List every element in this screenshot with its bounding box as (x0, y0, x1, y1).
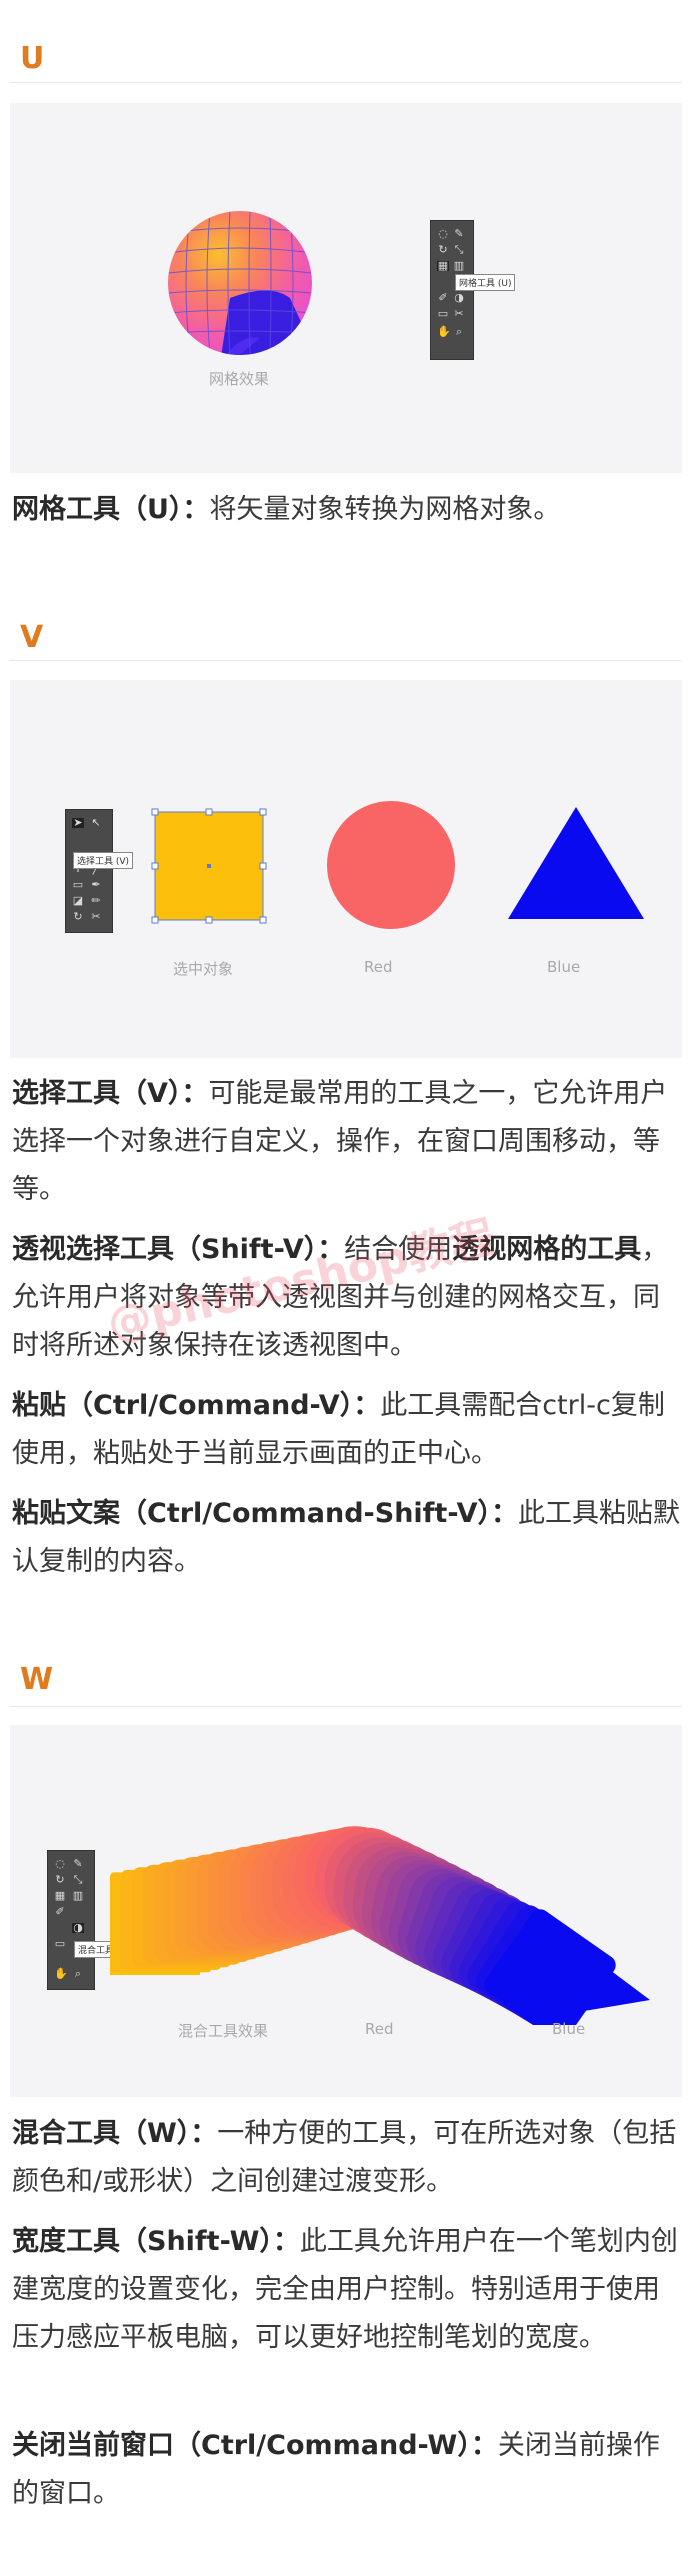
paragraph-close-window: 关闭当前窗口（Ctrl/Command-W）：关闭当前操作的窗口。 (12, 2422, 686, 2518)
term-paste: 粘贴（Ctrl/Command-V）： (12, 1390, 381, 1421)
paragraph-width-tool: 宽度工具（Shift-W）：此工具允许用户在一个笔划内创建宽度的设置变化，完全由… (12, 2218, 686, 2362)
mesh-tool-icon[interactable]: ▦ (437, 260, 449, 271)
red-circle (327, 801, 455, 929)
paragraph-mesh-tool: 网格工具（U）：将矢量对象转换为网格对象。 (12, 486, 686, 534)
gradient-icon: ▥ (72, 1889, 84, 1902)
hand-icon: ✋ (437, 325, 451, 338)
desc-mesh-tool: 将矢量对象转换为网格对象。 (209, 494, 561, 525)
eraser-icon: ◪ (72, 894, 84, 907)
term-width-tool: 宽度工具（Shift-W）： (12, 2226, 300, 2257)
toolbox-panel-v: ➤ ↖ T ╱ ▭ ✒ ◪ ✏ ↻ ✂ (65, 809, 113, 933)
slice-icon: ✂ (454, 307, 464, 320)
paragraph-selection-tool: 选择工具（V）：可能是最常用的工具之一，它允许用户选择一个对象进行自定义，操作，… (12, 1070, 686, 1214)
selected-yellow-square (151, 808, 267, 924)
rotate-icon: ↻ (73, 910, 83, 923)
term-paste-text: 粘贴文案（Ctrl/Command-Shift-V）： (12, 1498, 518, 1529)
blend-end-triangle (530, 1925, 650, 2020)
pen-icon: ✎ (454, 227, 464, 240)
blend-icon: ◑ (454, 291, 464, 304)
term-mesh-tool: 网格工具（U）： (12, 494, 210, 525)
caption-blue: Blue (547, 958, 581, 976)
illustration-panel-w: ◌ ✎ ↻ ⤡ ▦ ▥ ✐ ◑ ▭ ✋ ⌕ 混合工具 (W) 混合工具效果 Re… (10, 1725, 682, 2097)
section-divider-u (10, 82, 682, 83)
toolbox-panel-w: ◌ ✎ ↻ ⤡ ▦ ▥ ✐ ◑ ▭ ✋ ⌕ (47, 1850, 95, 1990)
section-letter-w: W (20, 1662, 54, 1697)
blend-effect-illustration (110, 1826, 650, 2025)
mesh-icon: ▦ (54, 1889, 66, 1902)
lasso-icon: ◌ (55, 1857, 65, 1870)
caption-blue-w: Blue (552, 2020, 586, 2038)
hand-icon: ✋ (54, 1967, 68, 1980)
lasso-icon: ◌ (438, 227, 448, 240)
term-blend-tool: 混合工具（W）： (12, 2118, 218, 2149)
section-letter-u: U (20, 41, 45, 76)
paragraph-paste-text: 粘贴文案（Ctrl/Command-Shift-V）：此工具粘贴默认复制的内容。 (12, 1490, 686, 1586)
artboard-icon: ▭ (437, 307, 449, 320)
direct-select-icon: ↖ (91, 816, 101, 829)
section-letter-v: V (20, 620, 44, 655)
caption-red-w: Red (365, 2020, 394, 2038)
paragraph-blend-tool: 混合工具（W）：一种方便的工具，可在所选对象（包括颜色和/或形状）之间创建过渡变… (12, 2110, 686, 2206)
brush-icon: ✒ (91, 878, 101, 891)
term-close-window: 关闭当前窗口（Ctrl/Command-W）： (12, 2430, 498, 2461)
section-divider-v (10, 660, 682, 661)
eyedropper-icon: ✐ (438, 291, 448, 304)
tooltip-mesh-tool: 网格工具 (U) (455, 274, 516, 291)
paragraph-paste: 粘贴（Ctrl/Command-V）：此工具需配合ctrl-c复制使用，粘贴处于… (12, 1382, 686, 1478)
blue-triangle (508, 807, 644, 919)
caption-mesh-effect: 网格效果 (209, 370, 270, 388)
illustration-panel-u: 网格效果 ◌ ✎ ↻ ⤡ ▦ ▥ ✐ ◑ ▭ ✂ ✋ ⌕ 网格工具 (U) (10, 103, 682, 473)
caption-red: Red (364, 958, 393, 976)
caption-selected-object: 选中对象 (173, 960, 234, 978)
artboard-icon: ▭ (54, 1937, 66, 1950)
illustration-panel-v: ➤ ↖ T ╱ ▭ ✒ ◪ ✏ ↻ ✂ 选择工具 (V) 选中对象 Red (10, 680, 682, 1058)
rotate-icon: ↻ (438, 243, 448, 256)
gradient-icon: ▥ (453, 259, 465, 272)
tooltip-selection-tool: 选择工具 (V) (73, 852, 134, 869)
zoom-icon: ⌕ (74, 1967, 82, 1980)
term-selection-tool: 选择工具（V）： (12, 1078, 209, 1109)
scale-icon: ⤡ (73, 1873, 83, 1886)
eyedropper-icon: ✐ (55, 1905, 65, 1918)
scale-icon: ⤡ (454, 243, 464, 256)
selection-tool-icon[interactable]: ➤ (72, 817, 84, 828)
blend-tool-icon[interactable]: ◑ (72, 1922, 84, 1933)
pen-icon: ✎ (73, 1857, 83, 1870)
zoom-icon: ⌕ (455, 325, 463, 338)
section-divider-w (10, 1706, 682, 1707)
caption-blend-effect: 混合工具效果 (178, 2022, 269, 2040)
scissors-icon: ✂ (91, 910, 101, 923)
rect-icon: ▭ (72, 878, 84, 891)
mesh-sphere-illustration (168, 211, 312, 355)
pencil-icon: ✏ (91, 894, 101, 907)
rotate-icon: ↻ (55, 1873, 65, 1886)
